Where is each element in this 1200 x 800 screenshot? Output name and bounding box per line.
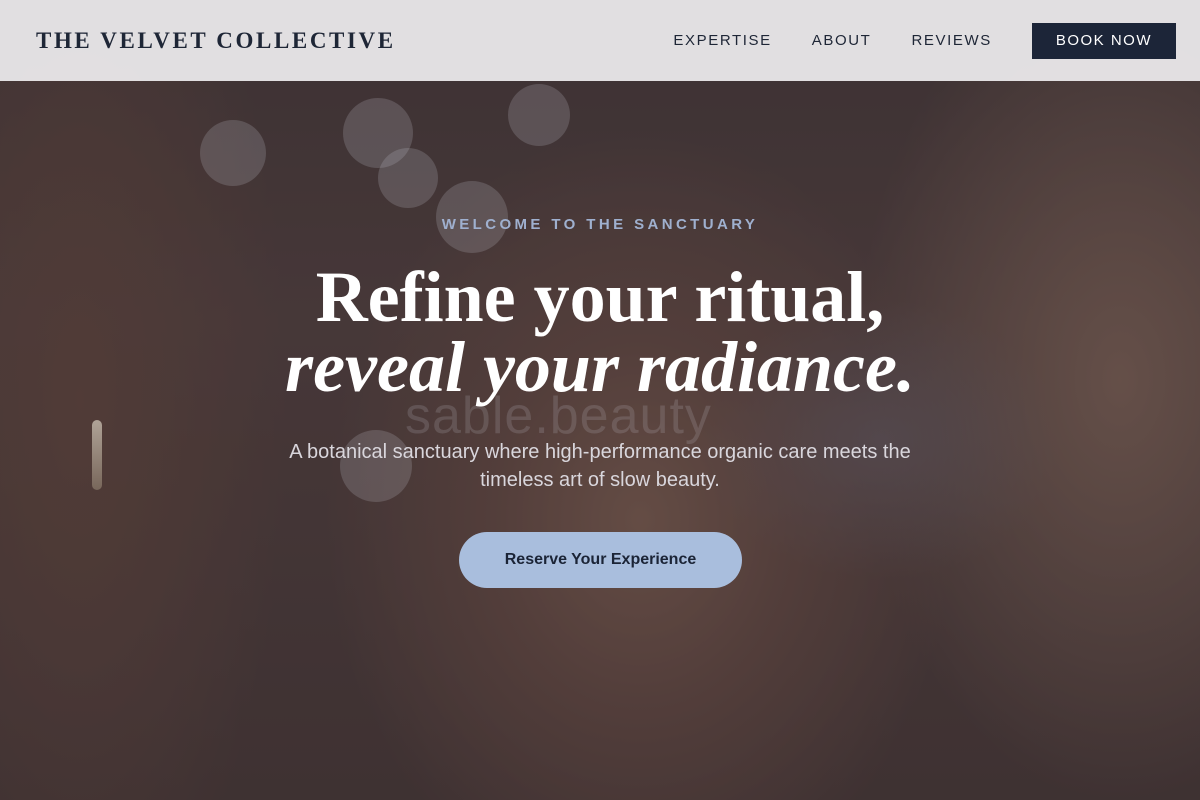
hero-subcopy: A botanical sanctuary where high-perform… [289, 441, 911, 491]
brand-logo[interactable]: THE VELVET COLLECTIVE [36, 28, 396, 54]
bokeh-light [200, 120, 266, 186]
hero-eyebrow: WELCOME TO THE SANCTUARY [441, 216, 759, 233]
bokeh-light [508, 84, 570, 146]
nav-link-reviews[interactable]: REVIEWS [911, 32, 991, 49]
hero-headline: Refine your ritual, reveal your radiance… [0, 257, 1200, 407]
top-navigation: THE VELVET COLLECTIVE EXPERTISE ABOUT RE… [0, 0, 1200, 81]
reserve-experience-button[interactable]: Reserve Your Experience [459, 532, 742, 588]
nav-links: EXPERTISE ABOUT REVIEWS BOOK NOW [673, 22, 1176, 59]
hero-headline-line2: reveal your radiance. [285, 327, 915, 407]
earring-detail [92, 420, 102, 490]
nav-link-expertise[interactable]: EXPERTISE [673, 32, 771, 49]
nav-link-about[interactable]: ABOUT [812, 32, 872, 49]
bokeh-light [378, 148, 438, 208]
book-now-button[interactable]: BOOK NOW [1031, 22, 1176, 59]
hero-headline-line1: Refine your ritual, [315, 257, 885, 337]
